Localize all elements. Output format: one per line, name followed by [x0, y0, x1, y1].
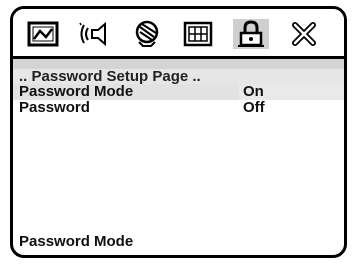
row-label: Password [19, 99, 90, 116]
menu-row-password-mode[interactable]: Password Mode On [13, 83, 344, 100]
page-title-bar: .. Password Setup Page .. [13, 68, 344, 85]
row-value[interactable]: Off [243, 99, 265, 116]
row-value[interactable]: On [243, 83, 264, 100]
video-icon[interactable] [129, 19, 165, 49]
osd-menu-frame: .. Password Setup Page .. Password Mode … [10, 6, 347, 258]
menu-row-password[interactable]: Password Off [13, 99, 344, 116]
grid-icon[interactable] [180, 19, 216, 49]
row-label: Password Mode [19, 83, 134, 100]
icon-bar [13, 9, 344, 59]
close-icon[interactable] [286, 19, 322, 49]
lock-icon[interactable] [233, 19, 269, 49]
audio-icon[interactable] [77, 19, 113, 49]
display-icon[interactable] [25, 19, 61, 49]
help-text: Password Mode [19, 233, 134, 250]
